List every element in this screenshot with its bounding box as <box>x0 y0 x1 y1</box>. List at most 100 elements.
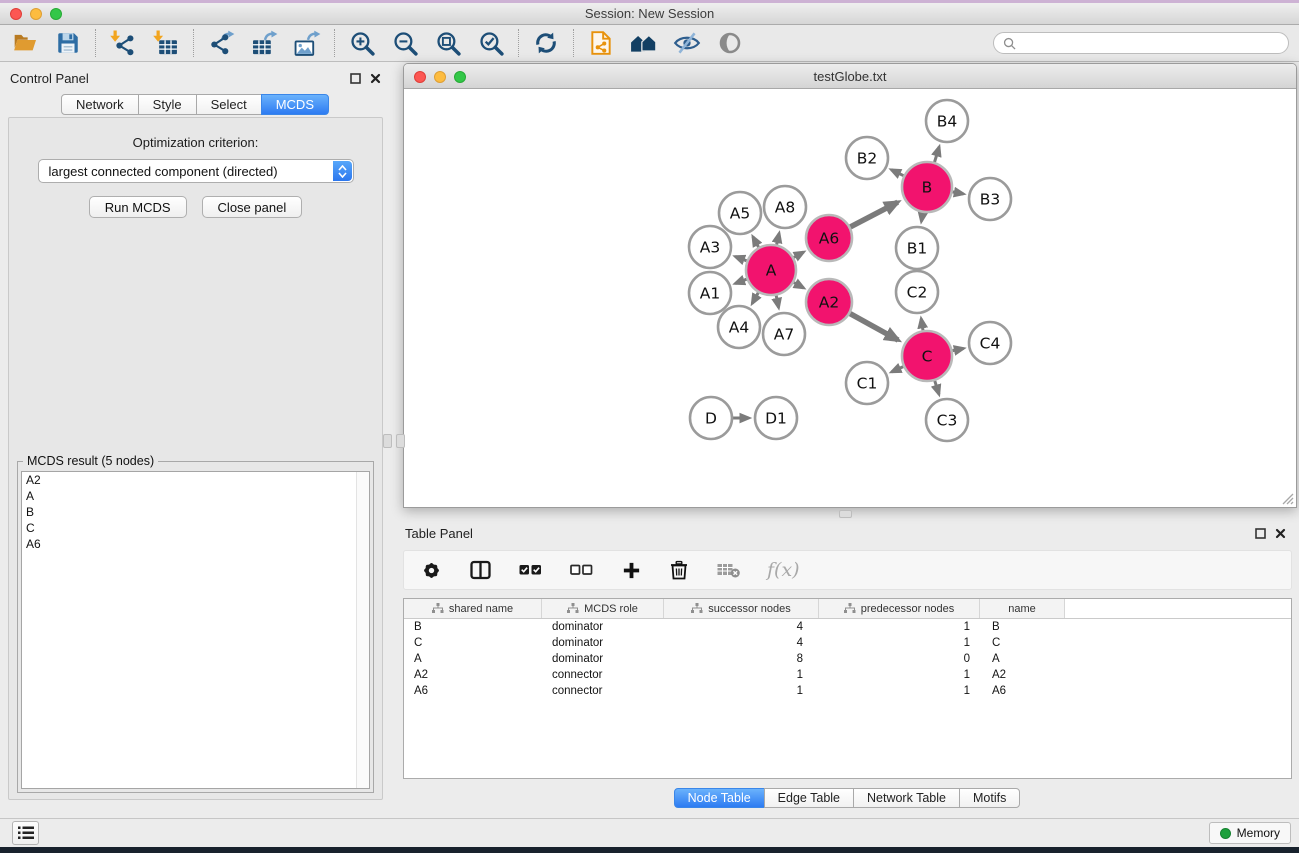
panel-splitter-handle[interactable] <box>396 434 405 448</box>
close-window-button[interactable] <box>10 8 22 20</box>
vertical-splitter-handle[interactable] <box>383 434 392 448</box>
table-row[interactable]: Bdominator41B <box>404 619 1291 635</box>
save-session-button[interactable] <box>53 28 83 58</box>
tab-network-table[interactable]: Network Table <box>853 788 960 808</box>
search-box[interactable] <box>993 32 1289 54</box>
edge-B-B4[interactable] <box>935 147 940 162</box>
float-panel-icon[interactable] <box>350 73 361 84</box>
network-minimize-button[interactable] <box>434 71 446 83</box>
document-network-button[interactable] <box>586 28 616 58</box>
tab-edge-table[interactable]: Edge Table <box>764 788 854 808</box>
table-row[interactable]: Adominator80A <box>404 651 1291 667</box>
edge-A-A3[interactable] <box>735 257 746 261</box>
edge-C-C1[interactable] <box>892 367 904 372</box>
edge-A2-C[interactable] <box>850 314 898 340</box>
table-cell: C <box>404 637 542 649</box>
run-mcds-button[interactable]: Run MCDS <box>89 196 187 218</box>
column-header-label: name <box>1008 603 1036 615</box>
edge-A-A7[interactable] <box>776 295 778 307</box>
mcds-result-item[interactable]: C <box>22 520 369 536</box>
tab-node-table[interactable]: Node Table <box>674 788 765 808</box>
double-home-button[interactable] <box>629 28 659 58</box>
tab-motifs[interactable]: Motifs <box>959 788 1020 808</box>
column-header-successor-nodes[interactable]: successor nodes <box>664 599 819 618</box>
search-input[interactable] <box>1021 36 1279 50</box>
trash-button[interactable] <box>668 557 690 583</box>
mcds-result-item[interactable]: B <box>22 504 369 520</box>
eye-button[interactable] <box>715 28 745 58</box>
edge-C-C4[interactable] <box>952 348 963 350</box>
zoom-selected-button[interactable] <box>476 28 506 58</box>
table-cell: A2 <box>980 669 1065 681</box>
tab-select[interactable]: Select <box>196 94 262 115</box>
plus-button[interactable] <box>620 557 642 583</box>
node-label-B: B <box>922 179 933 197</box>
eye-slash-button[interactable] <box>672 28 702 58</box>
tree-icon <box>567 603 579 614</box>
close-panel-button[interactable]: Close panel <box>202 196 303 218</box>
table-delete-button <box>716 557 741 583</box>
close-table-panel-icon[interactable] <box>1275 528 1286 539</box>
import-table-button[interactable] <box>151 28 181 58</box>
edge-B-B3[interactable] <box>953 192 964 194</box>
export-network-button[interactable] <box>206 28 236 58</box>
gear-button[interactable] <box>420 557 443 583</box>
edge-A-A8[interactable] <box>777 233 780 244</box>
zoom-out-button[interactable] <box>390 28 420 58</box>
refresh-button[interactable] <box>531 28 561 58</box>
export-image-button[interactable] <box>292 28 322 58</box>
workspace-area: testGlobe.txt ABCA2A6A1A3A4A5A7A8B1B2B3B… <box>391 62 1299 818</box>
mcds-result-item[interactable]: A6 <box>22 536 369 552</box>
edge-A-A1[interactable] <box>735 279 746 283</box>
tab-mcds[interactable]: MCDS <box>261 94 329 115</box>
edge-C-C3[interactable] <box>935 381 939 394</box>
table-row[interactable]: A2connector11A2 <box>404 667 1291 683</box>
open-session-folder-button[interactable] <box>10 28 40 58</box>
app-title: Session: New Session <box>0 6 1299 21</box>
unchecked-boxes-button[interactable] <box>569 557 594 583</box>
minimize-window-button[interactable] <box>30 8 42 20</box>
zoom-fit-button[interactable] <box>433 28 463 58</box>
zoom-in-button[interactable] <box>347 28 377 58</box>
table-cell: A6 <box>980 685 1065 697</box>
tab-network[interactable]: Network <box>61 94 139 115</box>
criterion-select[interactable]: largest connected component (directed) <box>38 159 354 183</box>
column-header-name[interactable]: name <box>980 599 1065 618</box>
edge-A6-B[interactable] <box>850 202 897 227</box>
column-header-shared-name[interactable]: shared name <box>404 599 542 618</box>
float-table-panel-icon[interactable] <box>1255 528 1266 539</box>
checked-boxes-button[interactable] <box>518 557 543 583</box>
close-panel-icon[interactable] <box>370 73 381 84</box>
resize-grip-icon[interactable] <box>1281 492 1294 505</box>
toolbar-group <box>206 28 322 58</box>
edge-B-B1[interactable] <box>921 213 922 222</box>
edge-A-A6[interactable] <box>794 252 804 257</box>
toolbar-group <box>586 28 745 58</box>
mcds-result-item[interactable]: A2 <box>22 472 369 488</box>
table-cell: A <box>404 653 542 665</box>
import-network-button[interactable] <box>108 28 138 58</box>
tree-icon <box>844 603 856 614</box>
column-header-predecessor-nodes[interactable]: predecessor nodes <box>819 599 980 618</box>
edge-A-A2[interactable] <box>794 283 804 288</box>
horizontal-splitter-handle[interactable] <box>839 510 852 518</box>
table-row[interactable]: A6connector11A6 <box>404 683 1291 699</box>
table-row[interactable]: Cdominator41C <box>404 635 1291 651</box>
edge-A-A5[interactable] <box>753 237 759 247</box>
task-history-button[interactable] <box>12 821 39 845</box>
split-columns-button[interactable] <box>469 557 492 583</box>
network-maximize-button[interactable] <box>454 71 466 83</box>
network-close-button[interactable] <box>414 71 426 83</box>
memory-button[interactable]: Memory <box>1209 822 1291 844</box>
edge-A-A4[interactable] <box>752 293 758 304</box>
tab-style[interactable]: Style <box>138 94 197 115</box>
toolbar-separator <box>193 29 194 57</box>
export-table-button[interactable] <box>249 28 279 58</box>
edge-B-B2[interactable] <box>891 170 903 176</box>
maximize-window-button[interactable] <box>50 8 62 20</box>
network-canvas[interactable]: ABCA2A6A1A3A4A5A7A8B1B2B3B4C1C2C3C4DD1 <box>404 90 1296 508</box>
mcds-result-item[interactable]: A <box>22 488 369 504</box>
edge-C-C2[interactable] <box>921 319 923 331</box>
column-header-MCDS-role[interactable]: MCDS role <box>542 599 664 618</box>
result-scrollbar[interactable] <box>356 472 369 788</box>
